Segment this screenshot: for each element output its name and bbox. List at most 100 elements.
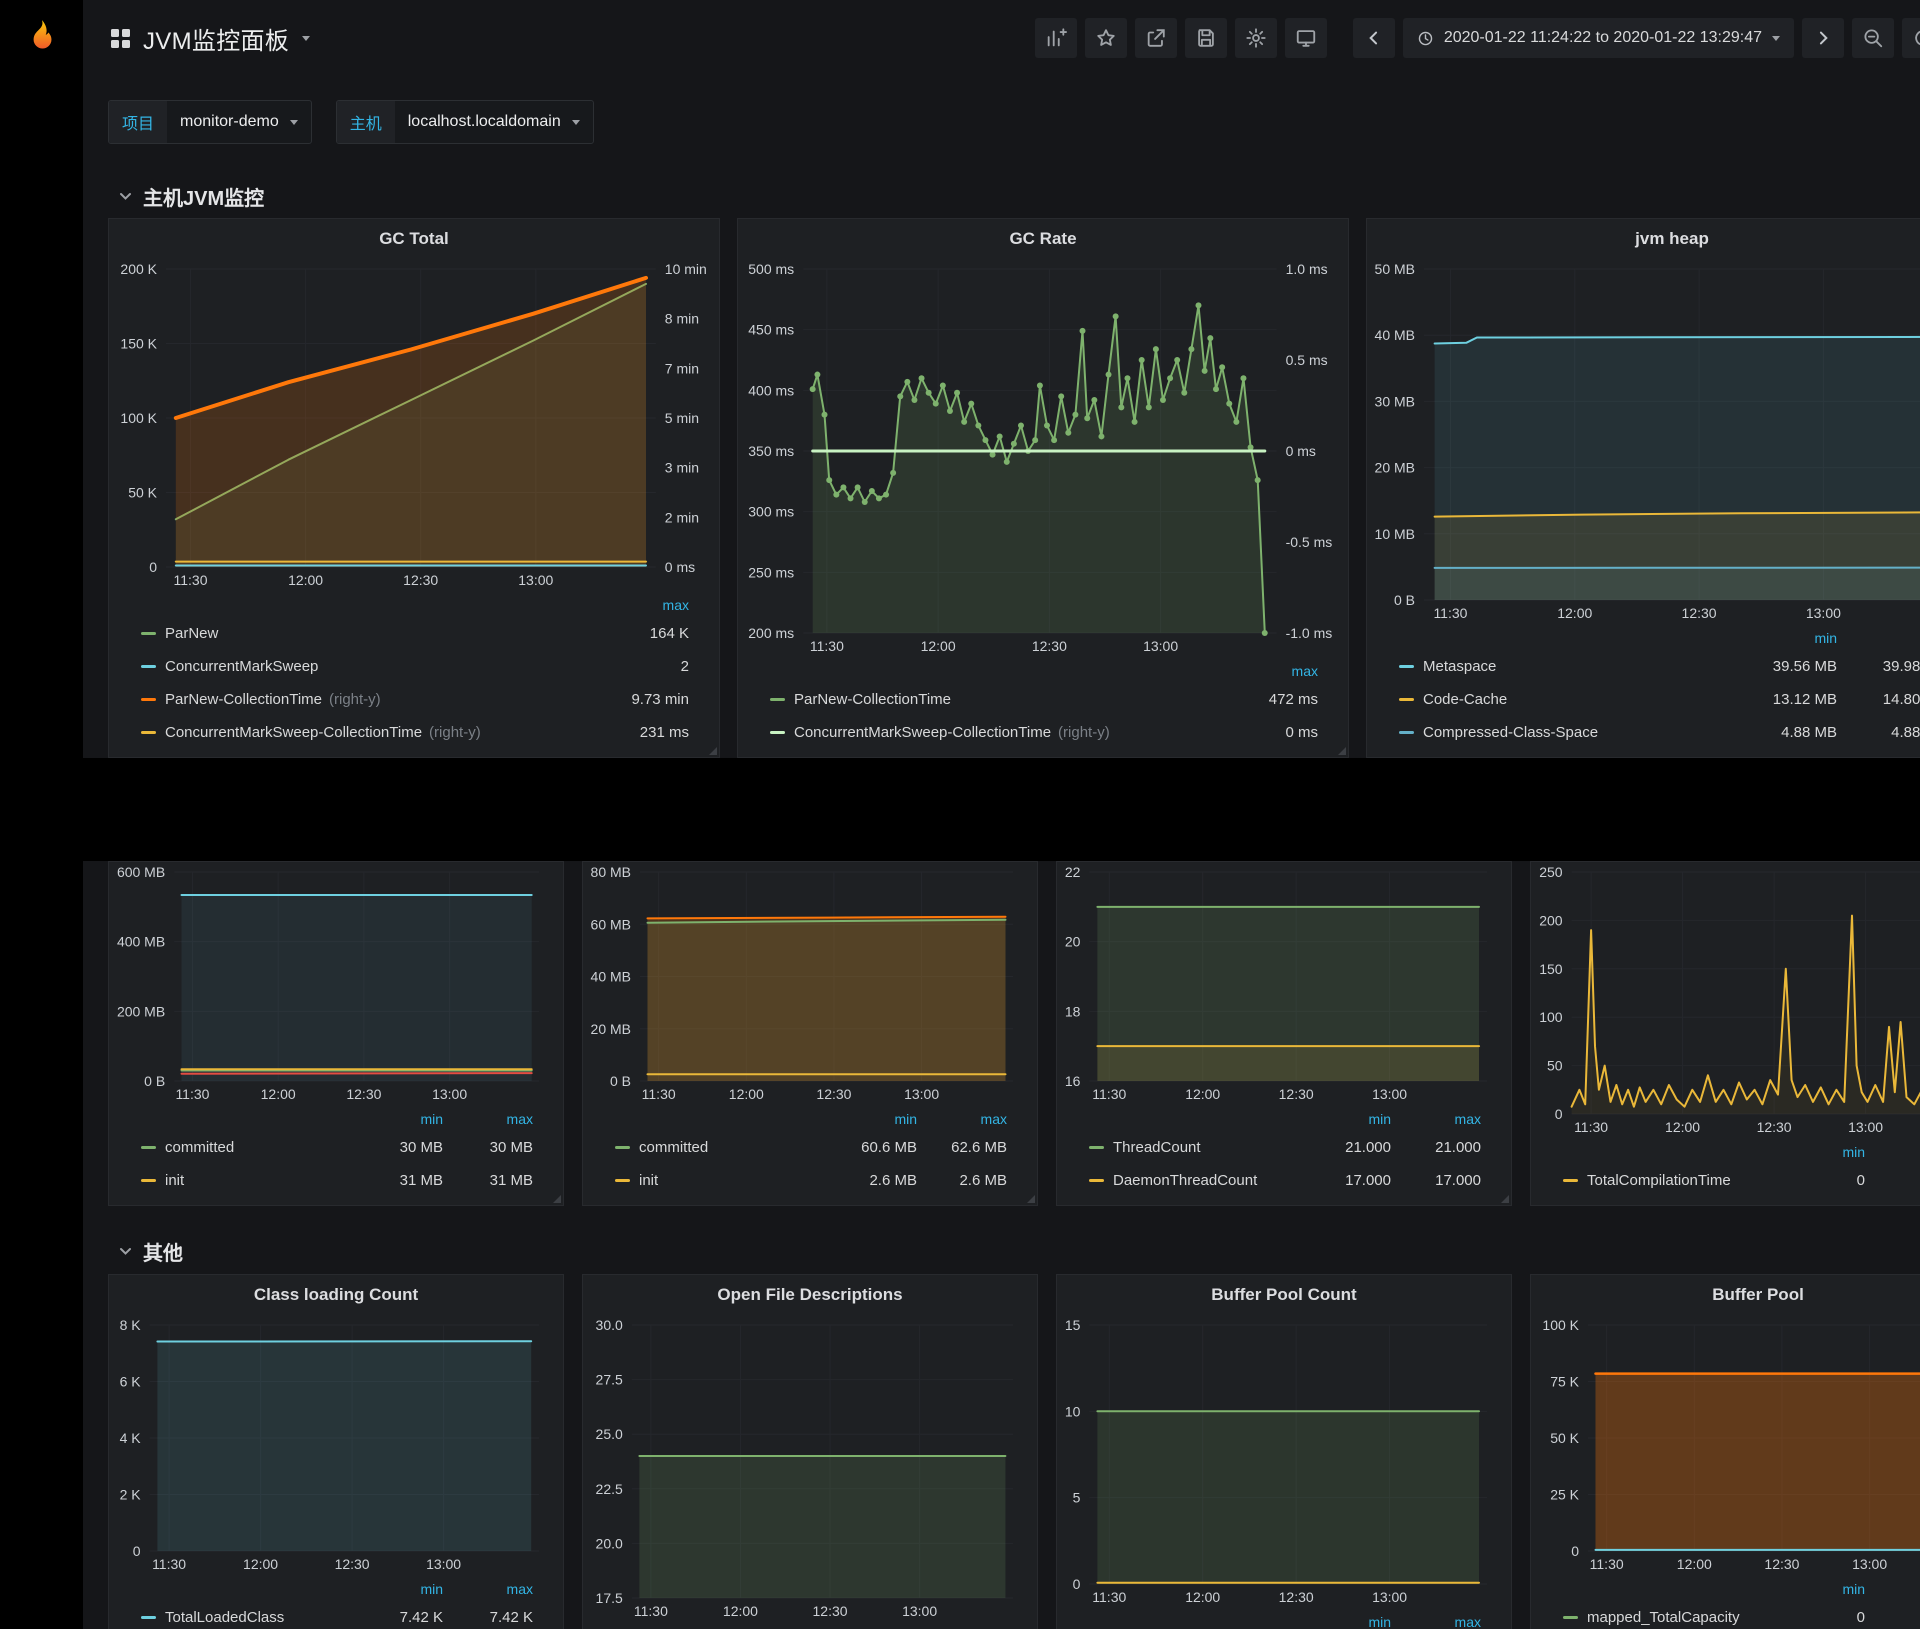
series-value: 60.6 MB (807, 1139, 917, 1156)
chart-area-gc-rate: 500 ms450 ms400 ms350 ms300 ms250 ms200 … (738, 259, 1348, 659)
legend-series[interactable]: Compressed-Class-Space4.88 MB4.88 MB (1399, 716, 1920, 749)
legend-col-max[interactable]: max (1228, 663, 1318, 679)
svg-text:60 MB: 60 MB (591, 916, 631, 932)
legend: minmax (1057, 1610, 1511, 1629)
svg-text:-0.5 ms: -0.5 ms (1286, 534, 1333, 550)
svg-text:0.5 ms: 0.5 ms (1286, 352, 1328, 368)
zoom-out-button[interactable] (1852, 18, 1894, 58)
series-label: ConcurrentMarkSweep-CollectionTime (794, 724, 1051, 741)
svg-text:50: 50 (1547, 1058, 1563, 1074)
svg-text:11:30: 11:30 (175, 1086, 209, 1102)
legend-col-max[interactable]: max (1837, 630, 1920, 646)
cycle-view-button[interactable] (1285, 18, 1327, 58)
panel-title[interactable]: Open File Descriptions (583, 1275, 1037, 1315)
sidebar (0, 0, 83, 1629)
legend-col-min[interactable]: min (1755, 1581, 1865, 1597)
legend-series[interactable]: ConcurrentMarkSweep-CollectionTime(right… (141, 716, 689, 749)
panel-title[interactable]: Class loading Count (109, 1275, 563, 1315)
legend-series[interactable]: ParNew-CollectionTime(right-y)9.73 min (141, 683, 689, 716)
svg-text:250 ms: 250 ms (748, 564, 794, 580)
series-TotalLoadedClass (157, 1341, 531, 1551)
svg-text:300 ms: 300 ms (748, 504, 794, 520)
row-header-jvm[interactable]: 主机JVM监控 (118, 181, 264, 211)
legend-series[interactable]: committed60.6 MB62.6 MB (615, 1131, 1007, 1164)
legend-series[interactable]: ConcurrentMarkSweep2 (141, 650, 689, 683)
time-range-label: 2020-01-22 11:24:22 to 2020-01-22 13:29:… (1444, 29, 1762, 47)
star-button[interactable] (1085, 18, 1127, 58)
series-color-dash (141, 1616, 156, 1619)
svg-text:11:30: 11:30 (173, 572, 207, 588)
legend-col-max[interactable]: max (599, 597, 689, 613)
legend-col-max[interactable]: max (1391, 1111, 1481, 1127)
legend-col-min[interactable]: min (1727, 630, 1837, 646)
add-panel-button[interactable] (1035, 18, 1077, 58)
legend-col-min[interactable]: min (1755, 1144, 1865, 1160)
svg-text:40 MB: 40 MB (1375, 327, 1415, 343)
refresh-icon (1912, 27, 1920, 49)
svg-text:8 K: 8 K (120, 1317, 142, 1333)
series-label: ConcurrentMarkSweep-CollectionTime (165, 724, 422, 741)
legend-col-min[interactable]: min (333, 1111, 443, 1127)
refresh-button[interactable] (1902, 18, 1920, 58)
svg-text:12:30: 12:30 (813, 1603, 848, 1619)
svg-text:27.5: 27.5 (596, 1372, 623, 1388)
svg-text:13:00: 13:00 (904, 1086, 939, 1102)
legend-series[interactable]: TotalCompilationTime0 (1563, 1164, 1920, 1197)
legend-series[interactable]: mapped_TotalCapacity0 (1563, 1601, 1920, 1629)
series-value: 30 MB (443, 1139, 533, 1156)
legend-col-min[interactable]: min (1281, 1111, 1391, 1127)
svg-text:30 MB: 30 MB (1375, 393, 1415, 409)
panel-title[interactable]: GC Total (109, 219, 719, 259)
legend-series[interactable]: Code-Cache13.12 MB14.80 MB (1399, 683, 1920, 716)
share-button[interactable] (1135, 18, 1177, 58)
series-label: ParNew-CollectionTime (165, 691, 322, 708)
legend-col-max[interactable]: max (443, 1111, 533, 1127)
legend: min TotalCompilationTime0 (1531, 1140, 1920, 1205)
variable-project-select[interactable]: monitor-demo (167, 101, 311, 143)
settings-button[interactable] (1235, 18, 1277, 58)
save-button[interactable] (1185, 18, 1227, 58)
svg-text:12:30: 12:30 (335, 1556, 370, 1572)
dashboard-title[interactable]: JVM监控面板 (143, 21, 289, 56)
time-forward-button[interactable] (1802, 18, 1844, 58)
dashboard-grid-icon[interactable] (111, 29, 130, 48)
legend-col-max[interactable]: max (443, 1581, 533, 1597)
panel-title[interactable]: Buffer Pool Count (1057, 1275, 1511, 1315)
series-color-dash (1399, 731, 1414, 734)
legend-series[interactable]: ParNew-CollectionTime472 ms (770, 683, 1318, 716)
grafana-logo[interactable] (0, 0, 83, 76)
series-ParNew-CollectionTime (176, 278, 646, 567)
series-label: init (165, 1172, 184, 1189)
legend-series[interactable]: ThreadCount21.00021.000 (1089, 1131, 1481, 1164)
legend-series[interactable]: committed30 MB30 MB (141, 1131, 533, 1164)
legend-col-min[interactable]: min (807, 1111, 917, 1127)
legend-col-max[interactable]: max (1391, 1614, 1481, 1629)
legend-col-min[interactable]: min (333, 1581, 443, 1597)
legend-series[interactable]: DaemonThreadCount17.00017.000 (1089, 1164, 1481, 1197)
legend-series[interactable]: TotalLoadedClass7.42 K7.42 K (141, 1601, 533, 1629)
series-label: ParNew-CollectionTime (794, 691, 951, 708)
legend-col-min[interactable]: min (1281, 1614, 1391, 1629)
panel-threads: 2220181611:3012:0012:3013:00minmaxThread… (1056, 861, 1512, 1206)
legend-series[interactable]: init31 MB31 MB (141, 1164, 533, 1197)
panel-title[interactable]: Buffer Pool (1531, 1275, 1920, 1315)
svg-text:6 K: 6 K (120, 1374, 142, 1390)
legend-col-max[interactable]: max (917, 1111, 1007, 1127)
legend-series[interactable]: init2.6 MB2.6 MB (615, 1164, 1007, 1197)
svg-text:30.0: 30.0 (596, 1317, 623, 1333)
svg-text:11:30: 11:30 (642, 1086, 676, 1102)
svg-text:12:00: 12:00 (1185, 1589, 1220, 1605)
svg-text:13:00: 13:00 (432, 1086, 467, 1102)
variable-host-select[interactable]: localhost.localdomain (395, 101, 593, 143)
panel-row-1: GC Total200 K150 K100 K50 K010 min8 min7… (108, 218, 1920, 758)
time-range-picker[interactable]: 2020-01-22 11:24:22 to 2020-01-22 13:29:… (1403, 18, 1794, 58)
series-used (182, 1073, 532, 1074)
row-header-other[interactable]: 其他 (118, 1236, 183, 1266)
chevron-down-icon (118, 189, 133, 204)
panel-title[interactable]: GC Rate (738, 219, 1348, 259)
legend-series[interactable]: ConcurrentMarkSweep-CollectionTime(right… (770, 716, 1318, 749)
legend-series[interactable]: ParNew164 K (141, 617, 689, 650)
panel-title[interactable]: jvm heap (1367, 219, 1920, 259)
time-back-button[interactable] (1353, 18, 1395, 58)
legend-series[interactable]: Metaspace39.56 MB39.98 MB (1399, 650, 1920, 683)
